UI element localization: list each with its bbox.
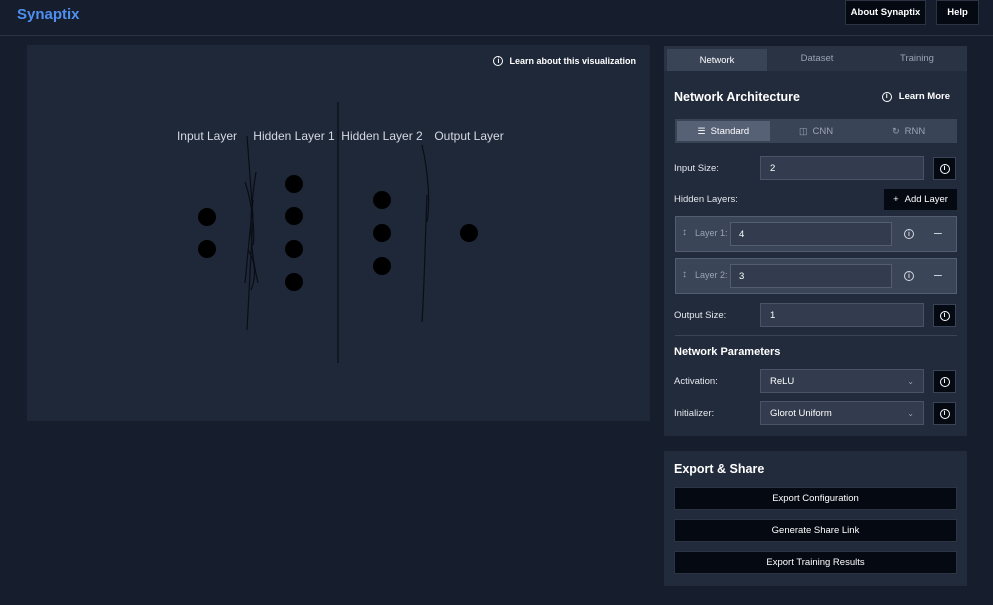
learn-more-link[interactable]: i Learn More [881,91,950,102]
drag-handle-icon[interactable]: ↕ [682,269,687,280]
network-type-standard[interactable]: ☰ Standard [677,121,770,141]
hidden-layer-size-input[interactable]: 3 [730,264,892,288]
neuron-hidden1-3 [285,240,303,258]
activation-select[interactable]: ReLU ⌄ [760,369,924,393]
activation-label: Activation: [674,376,718,387]
chevron-down-icon: ⌄ [907,408,914,418]
activation-value: ReLU [770,375,795,387]
network-type-label: CNN [812,125,834,137]
neuron-hidden1-4 [285,273,303,291]
input-size-field[interactable]: 2 [760,156,924,180]
help-button[interactable]: Help [936,0,979,25]
connections [244,102,430,363]
output-size-field[interactable]: 1 [760,303,924,327]
drag-handle-icon[interactable]: ↕ [682,227,687,238]
initializer-info-button[interactable]: i [933,402,956,425]
connection-line [421,144,430,223]
parameters-title: Network Parameters [674,346,781,358]
export-training-results-button[interactable]: Export Training Results [674,551,957,574]
connection-line [421,194,428,323]
initializer-select[interactable]: Glorot Uniform ⌄ [760,401,924,425]
remove-layer-button[interactable]: – [934,266,942,282]
refresh-icon: ↻ [892,125,900,136]
info-icon: i [939,163,950,174]
network-type-cnn[interactable]: ◫ CNN [770,121,863,141]
tab-training[interactable]: Training [867,46,967,71]
export-configuration-button[interactable]: Export Configuration [674,487,957,510]
panel-tabs: Network Dataset Training [664,46,967,71]
network-type-rnn[interactable]: ↻ RNN [862,121,955,141]
network-type-label: RNN [904,125,926,137]
network-visualization: i Learn about this visualization Input L… [27,45,650,421]
tab-network[interactable]: Network [667,49,767,71]
tab-dataset[interactable]: Dataset [767,46,867,71]
network-type-selector: ☰ Standard ◫ CNN ↻ RNN [675,119,957,143]
neuron-hidden1-2 [285,207,303,225]
info-icon: i [881,91,892,102]
remove-layer-button[interactable]: – [934,224,942,240]
info-icon: i [939,310,950,321]
info-icon: i [939,408,950,419]
learn-more-label: Learn More [898,91,950,102]
neuron-hidden1-1 [285,175,303,193]
divider [675,335,957,336]
export-panel: Export & Share Export Configuration Gene… [664,451,967,586]
plus-icon: + [893,194,899,205]
input-size-label: Input Size: [674,163,719,174]
initializer-value: Glorot Uniform [770,407,832,419]
input-size-info-button[interactable]: i [933,157,956,180]
chevron-down-icon: ⌄ [907,376,914,386]
settings-panel: Network Dataset Training Network Archite… [664,46,967,436]
info-icon: i [939,376,950,387]
about-button[interactable]: About Synaptix [845,0,926,25]
add-layer-label: Add Layer [904,194,948,205]
hidden-layer-label: Layer 1: [695,228,728,238]
grid-icon: ◫ [798,125,808,136]
export-title: Export & Share [674,462,765,476]
output-size-label: Output Size: [674,310,727,321]
info-icon[interactable]: i [904,271,914,281]
generate-share-link-button[interactable]: Generate Share Link [674,519,957,542]
network-graph [198,102,478,363]
activation-info-button[interactable]: i [933,370,956,393]
neuron-hidden2-1 [373,191,391,209]
hidden-layers-label: Hidden Layers: [674,194,738,205]
neuron-output-1 [460,224,478,242]
hidden-layer-row: ↕ Layer 2: 3 i – [675,258,957,294]
brand-logo[interactable]: Synaptix [17,6,80,23]
info-icon[interactable]: i [904,229,914,239]
hidden-layer-label: Layer 2: [695,270,728,280]
network-type-label: Standard [710,125,750,137]
neuron-hidden2-2 [373,224,391,242]
layers-icon: ☰ [697,125,706,136]
architecture-title: Network Architecture [674,90,800,104]
neuron-input-1 [198,208,216,226]
output-size-info-button[interactable]: i [933,304,956,327]
initializer-label: Initializer: [674,408,715,419]
top-bar: Synaptix About Synaptix Help [0,0,993,36]
add-layer-button[interactable]: + Add Layer [884,189,957,210]
neuron-input-2 [198,240,216,258]
neuron-hidden2-3 [373,257,391,275]
hidden-layer-row: ↕ Layer 1: 4 i – [675,216,957,252]
hidden-layer-size-input[interactable]: 4 [730,222,892,246]
